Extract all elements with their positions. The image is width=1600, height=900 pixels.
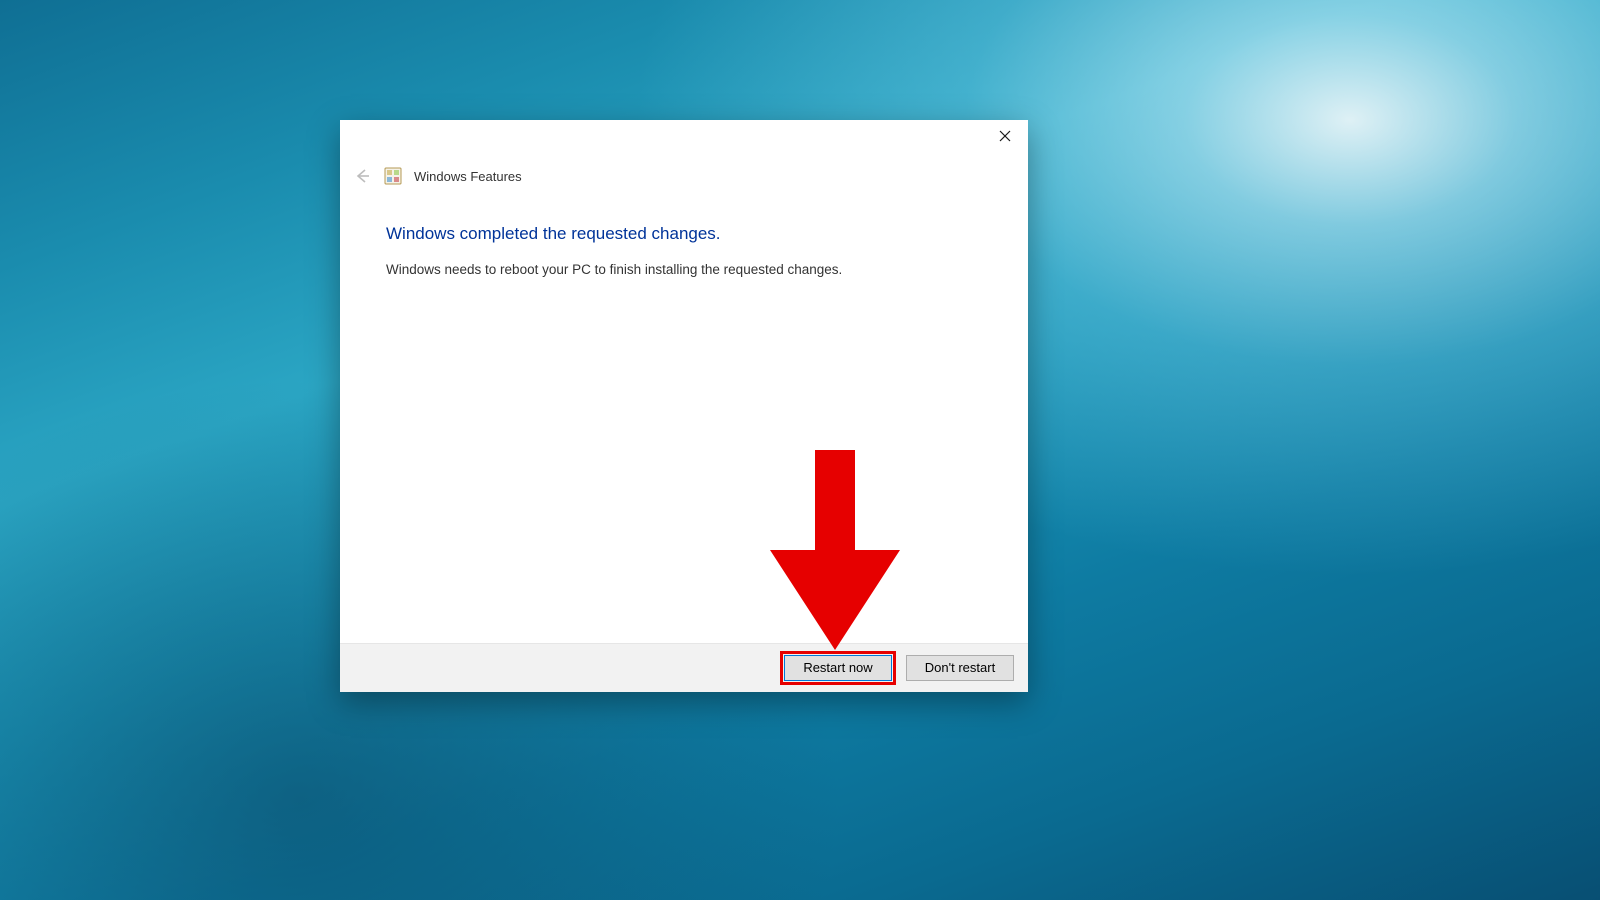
dialog-titlebar — [340, 120, 1028, 156]
close-button[interactable] — [982, 120, 1028, 152]
dialog-heading: Windows completed the requested changes. — [386, 224, 982, 244]
dialog-header: Windows Features — [340, 156, 1028, 190]
dialog-title: Windows Features — [414, 169, 522, 184]
dialog-body: Windows completed the requested changes.… — [340, 190, 1028, 643]
windows-features-icon — [384, 167, 402, 185]
annotation-highlight: Restart now — [780, 651, 896, 685]
back-button — [352, 166, 372, 186]
desktop-wallpaper: Windows Features Windows completed the r… — [0, 0, 1600, 900]
restart-now-button[interactable]: Restart now — [784, 655, 892, 681]
dont-restart-button[interactable]: Don't restart — [906, 655, 1014, 681]
close-icon — [999, 130, 1011, 142]
windows-features-dialog: Windows Features Windows completed the r… — [340, 120, 1028, 692]
dialog-message: Windows needs to reboot your PC to finis… — [386, 262, 982, 277]
arrow-left-icon — [353, 167, 371, 185]
dialog-footer: Restart now Don't restart — [340, 643, 1028, 692]
